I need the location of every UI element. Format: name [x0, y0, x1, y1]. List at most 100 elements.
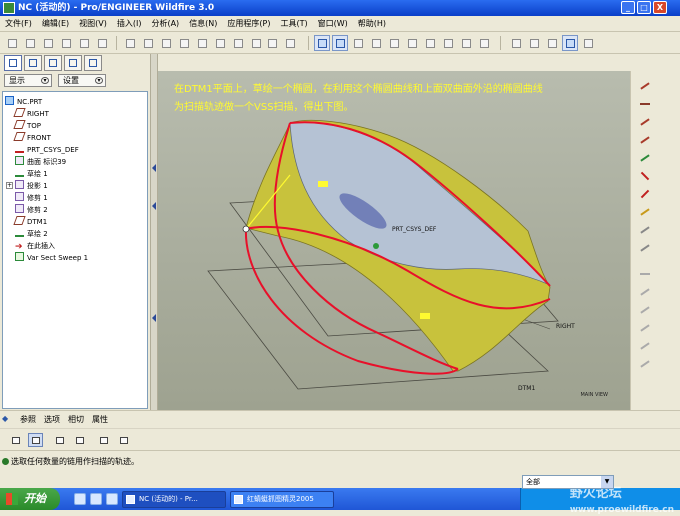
rib-icon[interactable]: [637, 303, 653, 317]
tree-item-nc-prt[interactable]: NC.PRT: [5, 96, 42, 108]
show-dropdown[interactable]: 显示 ▾: [4, 74, 52, 87]
menu-view[interactable]: 视图(V): [74, 16, 112, 32]
tree-item-sketch-2[interactable]: 草绘 2: [15, 228, 48, 240]
tree-item-surface[interactable]: 曲面 标识39: [15, 156, 66, 168]
media-icon[interactable]: [90, 493, 102, 505]
datum-point-icon[interactable]: [637, 169, 653, 183]
panel-splitter[interactable]: [150, 54, 158, 410]
email-icon[interactable]: [76, 35, 92, 51]
copy-icon[interactable]: [176, 35, 192, 51]
analysis-feature-icon[interactable]: [637, 205, 653, 219]
menu-applications[interactable]: 应用程序(P): [222, 16, 275, 32]
tab-tangency[interactable]: 相切: [68, 414, 84, 425]
paste-icon[interactable]: [194, 35, 210, 51]
view-manager-icon[interactable]: [476, 35, 492, 51]
tab-properties[interactable]: 属性: [92, 414, 108, 425]
browser-icon[interactable]: [74, 493, 86, 505]
surface-option-icon[interactable]: [28, 433, 43, 447]
cut-icon[interactable]: [158, 35, 174, 51]
menu-edit[interactable]: 编辑(E): [37, 16, 74, 32]
menu-window[interactable]: 窗口(W): [313, 16, 353, 32]
favorites-tab-icon[interactable]: [44, 55, 62, 71]
datum-curve-icon[interactable]: [637, 133, 653, 147]
selection-filter-dropdown[interactable]: 全部 ▼: [522, 475, 614, 489]
orient-mode-icon[interactable]: [350, 35, 366, 51]
display-style-icon[interactable]: [580, 35, 596, 51]
collapse-left-icon[interactable]: [152, 202, 156, 210]
pattern-icon[interactable]: [637, 223, 653, 237]
no-hidden-icon[interactable]: [544, 35, 560, 51]
repaint-icon[interactable]: [314, 35, 330, 51]
sketch-section-icon[interactable]: [52, 433, 67, 447]
collapse-left-icon[interactable]: [152, 314, 156, 322]
model-tree-tab-icon[interactable]: [4, 55, 22, 71]
tree-item-front[interactable]: FRONT: [13, 132, 51, 144]
desktop-icon[interactable]: [106, 493, 118, 505]
round-icon[interactable]: [637, 339, 653, 353]
minimize-button[interactable]: _: [621, 1, 635, 14]
new-file-icon[interactable]: [4, 35, 20, 51]
save-icon[interactable]: [40, 35, 56, 51]
refit-icon[interactable]: [404, 35, 420, 51]
zoom-out-icon[interactable]: [386, 35, 402, 51]
find-icon[interactable]: [248, 35, 264, 51]
saved-views-icon[interactable]: [440, 35, 456, 51]
regenerate-icon[interactable]: [230, 35, 246, 51]
datum-axis-tool-icon[interactable]: [637, 115, 653, 129]
binoculars-icon[interactable]: [264, 35, 280, 51]
sketch-tool-icon[interactable]: [637, 151, 653, 165]
folder-browser-tab-icon[interactable]: [24, 55, 42, 71]
paste-special-icon[interactable]: [212, 35, 228, 51]
close-button[interactable]: X: [653, 1, 667, 14]
hidden-line-icon[interactable]: [526, 35, 542, 51]
menu-info[interactable]: 信息(N): [184, 16, 222, 32]
zoom-in-icon[interactable]: [368, 35, 384, 51]
print-icon[interactable]: [58, 35, 74, 51]
tree-item-top[interactable]: TOP: [13, 120, 41, 132]
menu-file[interactable]: 文件(F): [0, 16, 37, 32]
remove-material-icon[interactable]: [72, 433, 87, 447]
menu-analysis[interactable]: 分析(A): [146, 16, 184, 32]
select-box-icon[interactable]: [282, 35, 298, 51]
datum-axis-icon[interactable]: [637, 79, 653, 93]
connections-tab-icon[interactable]: [64, 55, 82, 71]
tree-item-trim-1[interactable]: 修剪 1: [15, 192, 48, 204]
flip-icon[interactable]: [116, 433, 131, 447]
shell-icon[interactable]: [637, 285, 653, 299]
help-query-icon[interactable]: [94, 35, 110, 51]
graphics-window[interactable]: 在DTM1平面上，草绘一个椭圆，在利用这个椭圆曲线和上面双曲面外沿的椭圆曲线 为…: [158, 71, 630, 410]
tree-item-dtm1[interactable]: DTM1: [13, 216, 47, 228]
reorient-icon[interactable]: [422, 35, 438, 51]
tree-item-sketch-1[interactable]: 草绘 1: [15, 168, 48, 180]
menu-help[interactable]: 帮助(H): [353, 16, 391, 32]
spin-center-icon[interactable]: [332, 35, 348, 51]
csys-tool-icon[interactable]: [637, 187, 653, 201]
tree-item-projection-1[interactable]: + 投影 1: [6, 180, 48, 192]
taskbar-item-proe[interactable]: NC (活动的) - Pr...: [122, 491, 226, 508]
chamfer-icon[interactable]: [637, 357, 653, 371]
solid-icon[interactable]: [8, 433, 23, 447]
draft-icon[interactable]: [637, 321, 653, 335]
tab-options[interactable]: 选项: [44, 414, 60, 425]
open-file-icon[interactable]: [22, 35, 38, 51]
settings-dropdown[interactable]: 设置 ▾: [58, 74, 106, 87]
wireframe-icon[interactable]: [508, 35, 524, 51]
hole-icon[interactable]: [637, 267, 653, 281]
datum-plane-icon[interactable]: [637, 97, 653, 111]
redo-icon[interactable]: [140, 35, 156, 51]
history-tab-icon[interactable]: [84, 55, 102, 71]
thicken-icon[interactable]: [96, 433, 111, 447]
tree-item-var-sect-sweep[interactable]: Var Sect Sweep 1: [15, 252, 88, 264]
start-button[interactable]: 开始: [0, 488, 60, 510]
maximize-button[interactable]: □: [637, 1, 651, 14]
menu-tools[interactable]: 工具(T): [276, 16, 313, 32]
layers-icon[interactable]: [458, 35, 474, 51]
menu-insert[interactable]: 插入(I): [112, 16, 147, 32]
expand-toggle[interactable]: +: [6, 182, 13, 189]
tab-references[interactable]: 参照: [20, 414, 36, 425]
tree-item-right[interactable]: RIGHT: [13, 108, 49, 120]
taskbar-item-capture[interactable]: 红蜻蜓抓图精灵2005: [230, 491, 334, 508]
undo-icon[interactable]: [122, 35, 138, 51]
collapse-left-icon[interactable]: [152, 164, 156, 172]
mirror-icon[interactable]: [637, 241, 653, 255]
